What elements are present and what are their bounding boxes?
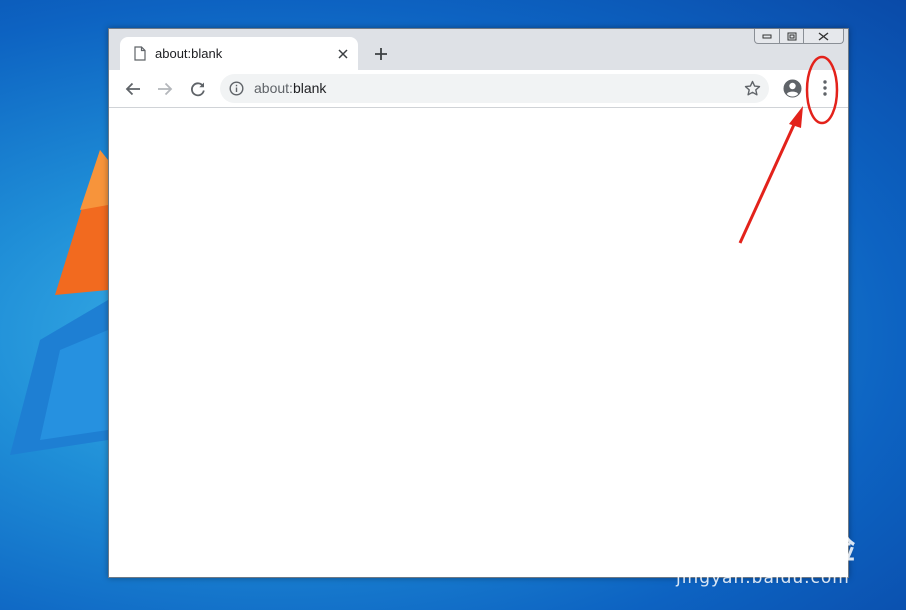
info-icon[interactable] [229,81,244,96]
minimize-icon [762,34,772,39]
minimize-button[interactable] [754,29,780,44]
address-bar[interactable]: about:blank [220,74,769,103]
profile-icon[interactable] [783,79,802,98]
browser-toolbar: about:blank [109,70,848,108]
reload-icon [191,82,205,97]
watermark-logo: Bai du 经验 [669,532,856,567]
close-icon [818,31,829,41]
forward-button[interactable] [154,78,176,100]
windows-logo-fragment [10,150,108,455]
window-close-button[interactable] [804,29,844,44]
url-text[interactable]: about:blank [254,80,326,96]
close-icon [338,49,348,59]
chrome-menu-button[interactable] [816,78,834,98]
forward-arrow-icon [158,82,173,96]
back-button[interactable] [122,78,144,100]
plus-icon [375,48,387,60]
tab-about-blank[interactable]: about:blank [120,37,358,70]
restore-button[interactable] [780,29,804,44]
tab-strip: about:blank [109,29,848,70]
browser-window: about:blank about:blank [108,28,849,578]
watermark-site: jingyan.baidu.com [675,568,850,588]
reload-button[interactable] [187,78,209,100]
menu-dots-icon [823,80,827,96]
back-arrow-icon [125,82,140,96]
tab-close-button[interactable] [334,45,352,63]
window-controls [754,29,844,45]
tab-title: about:blank [155,46,223,61]
url-scheme: about: [254,80,293,96]
restore-icon [787,32,796,40]
page-content [109,108,848,577]
star-icon[interactable] [744,80,761,97]
page-icon [134,46,146,61]
baidu-watermark: Bai du 经验 jingyan.baidu.com [670,524,856,588]
new-tab-button[interactable] [369,42,393,66]
url-path: blank [292,80,327,96]
